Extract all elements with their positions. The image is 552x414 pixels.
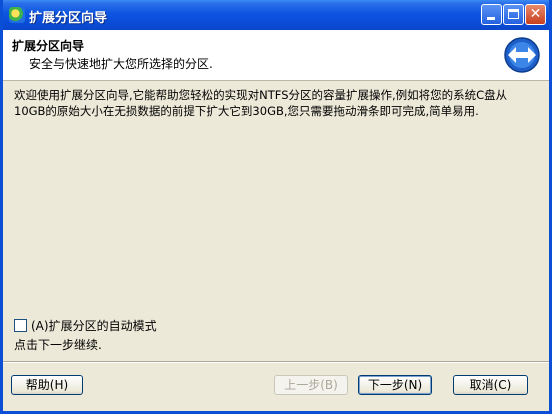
minimize-icon [487, 17, 495, 20]
back-button[interactable]: 上一步(B) [274, 375, 348, 395]
wizard-app-icon [9, 7, 25, 23]
resize-arrows-icon [504, 37, 540, 73]
wizard-window: 扩展分区向导 ✕ 扩展分区向导 安全与快速地扩大您所选择的分区. 欢迎使用扩展分… [0, 0, 552, 414]
wizard-body: 欢迎使用扩展分区向导,它能帮助您轻松的实现对NTFS分区的容量扩展操作,例如将您… [3, 81, 549, 411]
wizard-header: 扩展分区向导 安全与快速地扩大您所选择的分区. [3, 30, 549, 81]
auto-mode-option[interactable]: (A)扩展分区的自动模式 [14, 317, 157, 333]
help-button[interactable]: 帮助(H) [11, 375, 83, 395]
header-title: 扩展分区向导 [12, 39, 85, 53]
header-subtitle: 安全与快速地扩大您所选择的分区. [29, 57, 213, 71]
cancel-button[interactable]: 取消(C) [453, 375, 528, 395]
window-title: 扩展分区向导 [29, 11, 108, 26]
maximize-icon [508, 9, 519, 19]
intro-text: 欢迎使用扩展分区向导,它能帮助您轻松的实现对NTFS分区的容量扩展操作,例如将您… [14, 88, 508, 118]
auto-mode-checkbox[interactable] [14, 318, 27, 332]
close-button[interactable]: ✕ [525, 4, 546, 25]
continue-hint: 点击下一步继续. [14, 338, 102, 352]
title-bar[interactable]: 扩展分区向导 ✕ [3, 0, 549, 30]
close-icon: ✕ [529, 6, 542, 22]
footer-divider [3, 361, 549, 363]
maximize-button[interactable] [503, 4, 524, 25]
next-button[interactable]: 下一步(N) [358, 375, 432, 395]
auto-mode-label[interactable]: (A)扩展分区的自动模式 [31, 317, 157, 334]
minimize-button[interactable] [481, 4, 502, 25]
